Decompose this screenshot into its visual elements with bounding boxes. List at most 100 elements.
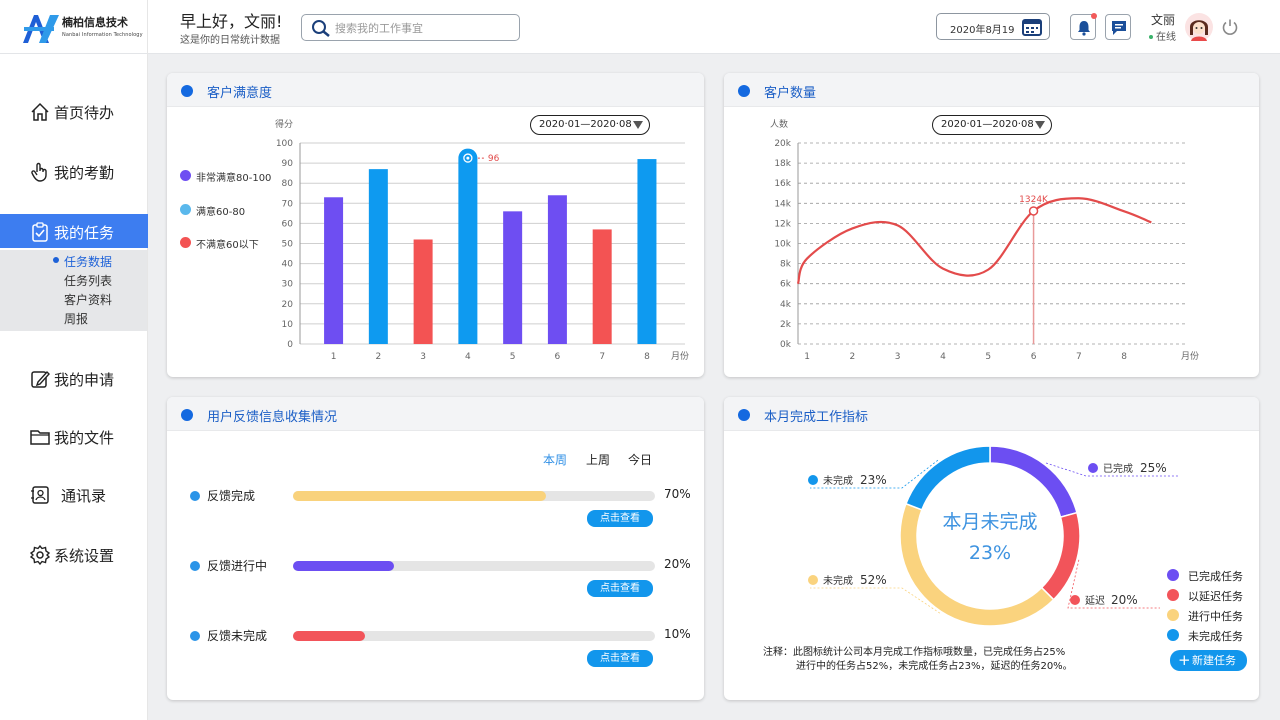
donut-center-label: 本月未完成: [942, 511, 1037, 533]
message-icon: [1112, 21, 1126, 35]
sidebar-item-settings[interactable]: 系统设置: [0, 537, 148, 571]
search-box[interactable]: [301, 14, 520, 41]
x-tick-label: 5: [510, 352, 516, 362]
card-header: 客户数量: [724, 73, 1259, 107]
slice-label: 未完成: [823, 574, 853, 587]
sidebar-item-label: 通讯录: [61, 487, 107, 505]
top-bar: 楠柏信息技术 Nanbai Information Technology 早上好…: [0, 0, 1280, 54]
legend-label: 满意60-80: [196, 207, 246, 218]
highlight-point: [1028, 206, 1039, 216]
view-details-button[interactable]: 点击查看: [587, 510, 653, 527]
bell-icon: [1078, 21, 1090, 36]
submenu-weekly-report[interactable]: 周报: [64, 310, 88, 327]
x-tick-label: 7: [1076, 352, 1082, 362]
y-tick-label: 2k: [780, 320, 792, 330]
new-task-button[interactable]: + 新建任务: [1170, 650, 1247, 671]
bar: [324, 197, 344, 344]
user-status: 在线: [1149, 28, 1176, 43]
view-details-button[interactable]: 点击查看: [587, 650, 653, 667]
highlight-marker-dot: [466, 156, 470, 160]
sidebar-item-applications[interactable]: 我的申请: [0, 361, 148, 395]
feedback-progress-fill: [293, 561, 395, 571]
y-tick-label: 50: [282, 240, 294, 250]
feedback-dot: [190, 561, 200, 571]
y-tick-label: 80: [282, 179, 294, 189]
x-tick-label: 1: [804, 352, 810, 362]
legend-label: 进行中任务: [1188, 610, 1243, 623]
y-tick-label: 20k: [774, 139, 791, 149]
sidebar: 首页待办 我的考勤 我的任务 任务数据 任务列表 客户资料 周报 我的申请 我的…: [0, 54, 148, 720]
donut-slice: [1040, 511, 1081, 601]
card-title: 用户反馈信息收集情况: [207, 410, 338, 425]
feedback-progress-track: [293, 561, 655, 571]
plus-icon: +: [1178, 651, 1191, 669]
tasks-submenu: 任务数据 任务列表 客户资料 周报: [0, 250, 147, 331]
sidebar-item-home[interactable]: 首页待办: [0, 94, 148, 128]
message-button[interactable]: [1105, 14, 1131, 40]
search-input[interactable]: [335, 20, 515, 36]
bar: [368, 169, 388, 344]
x-tick-label: 1: [331, 352, 337, 362]
logo-name: 楠柏信息技术: [62, 16, 128, 29]
y-tick-label: 10k: [774, 240, 791, 250]
avatar[interactable]: [1185, 13, 1213, 41]
bar: [413, 239, 433, 344]
power-icon[interactable]: [1221, 18, 1239, 36]
tab-this-week[interactable]: 本周: [543, 451, 567, 468]
logo[interactable]: 楠柏信息技术 Nanbai Information Technology: [0, 0, 148, 54]
legend-label: 非常满意80-100: [196, 173, 272, 184]
legend-swatch: [180, 170, 191, 181]
bar: [637, 159, 657, 344]
feedback-percent: 20%: [664, 557, 691, 571]
online-dot: [1149, 35, 1153, 39]
x-tick-label: 3: [895, 352, 901, 362]
tab-last-week[interactable]: 上周: [586, 451, 610, 468]
slice-label-dot: [808, 475, 818, 485]
legend-swatch: [180, 237, 191, 248]
sidebar-item-tasks[interactable]: 我的任务: [0, 214, 148, 248]
donut-slice: [905, 445, 991, 511]
highlight-label: 96: [488, 154, 500, 164]
tab-today[interactable]: 今日: [628, 451, 652, 468]
donut-slice: [989, 445, 1078, 519]
submenu-task-data[interactable]: 任务数据: [52, 253, 112, 270]
notification-button[interactable]: [1070, 13, 1097, 40]
legend-swatch: [1167, 589, 1179, 601]
sidebar-item-contacts[interactable]: 通讯录: [0, 477, 148, 511]
view-details-button[interactable]: 点击查看: [587, 580, 653, 597]
card-title: 客户满意度: [207, 86, 273, 101]
x-tick-label: 3: [420, 352, 426, 362]
sidebar-item-attendance[interactable]: 我的考勤: [0, 154, 148, 188]
card-header: 客户满意度: [167, 73, 704, 107]
feedback-dot: [190, 631, 200, 641]
card-title: 本月完成工作指标: [764, 410, 869, 425]
slice-label: 延迟: [1085, 594, 1105, 607]
note-text-1: 此图标统计公司本月完成工作指标哦数量，已完成任务占25%: [793, 647, 1066, 658]
y-tick-label: 20: [282, 300, 294, 310]
y-tick-label: 12k: [774, 219, 791, 229]
donut-center-value: 23%: [969, 542, 1011, 564]
sidebar-item-files[interactable]: 我的文件: [0, 419, 148, 453]
x-tick-label: 8: [1121, 352, 1127, 362]
y-tick-label: 0k: [780, 340, 792, 350]
feedback-label: 反馈进行中: [207, 559, 268, 573]
logo-subtitle: Nanbai Information Technology: [62, 32, 143, 38]
slice-label: 已完成: [1103, 462, 1133, 475]
submenu-customer-data[interactable]: 客户资料: [64, 291, 112, 308]
y-axis-title: 得分: [275, 118, 293, 130]
monthly-donut-chart: 本月未完成 23% 已完成 25% 延迟 20% 未完成 52% 未完成 23%: [808, 445, 1178, 627]
feedback-dot: [190, 491, 200, 501]
card-header: 用户反馈信息收集情况: [167, 397, 704, 431]
sidebar-item-label: 我的文件: [54, 429, 115, 447]
y-tick-label: 70: [282, 199, 294, 209]
legend-label: 未完成任务: [1188, 630, 1243, 643]
date-picker[interactable]: 2020年8月19: [936, 13, 1050, 40]
y-tick-label: 16k: [774, 179, 791, 189]
slice-percent: 20%: [1111, 593, 1138, 607]
slice-label-dot: [808, 575, 818, 585]
y-tick-label: 8k: [780, 260, 792, 270]
submenu-task-list[interactable]: 任务列表: [64, 272, 112, 289]
feedback-label: 反馈未完成: [207, 629, 268, 643]
y-tick-label: 10: [282, 320, 294, 330]
bar: [503, 211, 523, 344]
